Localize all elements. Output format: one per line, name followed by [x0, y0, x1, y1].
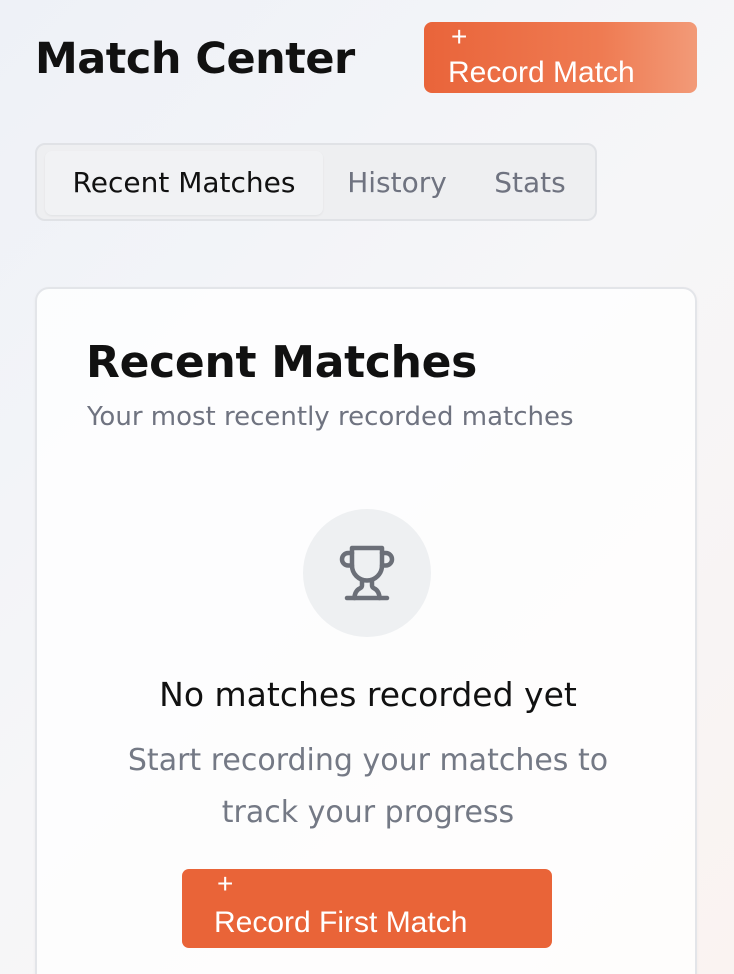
empty-state-title: No matches recorded yet	[159, 675, 577, 714]
tab-list: Recent Matches History Stats	[35, 143, 597, 221]
record-first-match-button[interactable]: + Record First Match	[182, 869, 552, 948]
tab-history[interactable]: History	[337, 151, 457, 215]
card-subtitle: Your most recently recorded matches	[87, 402, 574, 432]
record-match-button[interactable]: + Record Match	[424, 22, 697, 93]
page-title: Match Center	[35, 34, 355, 84]
card-title: Recent Matches	[86, 337, 478, 388]
empty-state-description: Start recording your matches to track yo…	[127, 743, 609, 830]
tab-stats[interactable]: Stats	[483, 151, 577, 215]
record-match-label: Record Match	[448, 56, 635, 89]
tab-recent-matches[interactable]: Recent Matches	[45, 151, 323, 215]
trophy-icon	[339, 545, 395, 601]
plus-icon: +	[451, 21, 468, 52]
record-first-match-label: Record First Match	[214, 906, 468, 939]
match-center-page: Match Center + Record Match Recent Match…	[0, 0, 734, 974]
recent-matches-card: Recent Matches Your most recently record…	[35, 287, 697, 974]
plus-icon: +	[217, 868, 234, 899]
trophy-icon-circle	[303, 509, 431, 637]
